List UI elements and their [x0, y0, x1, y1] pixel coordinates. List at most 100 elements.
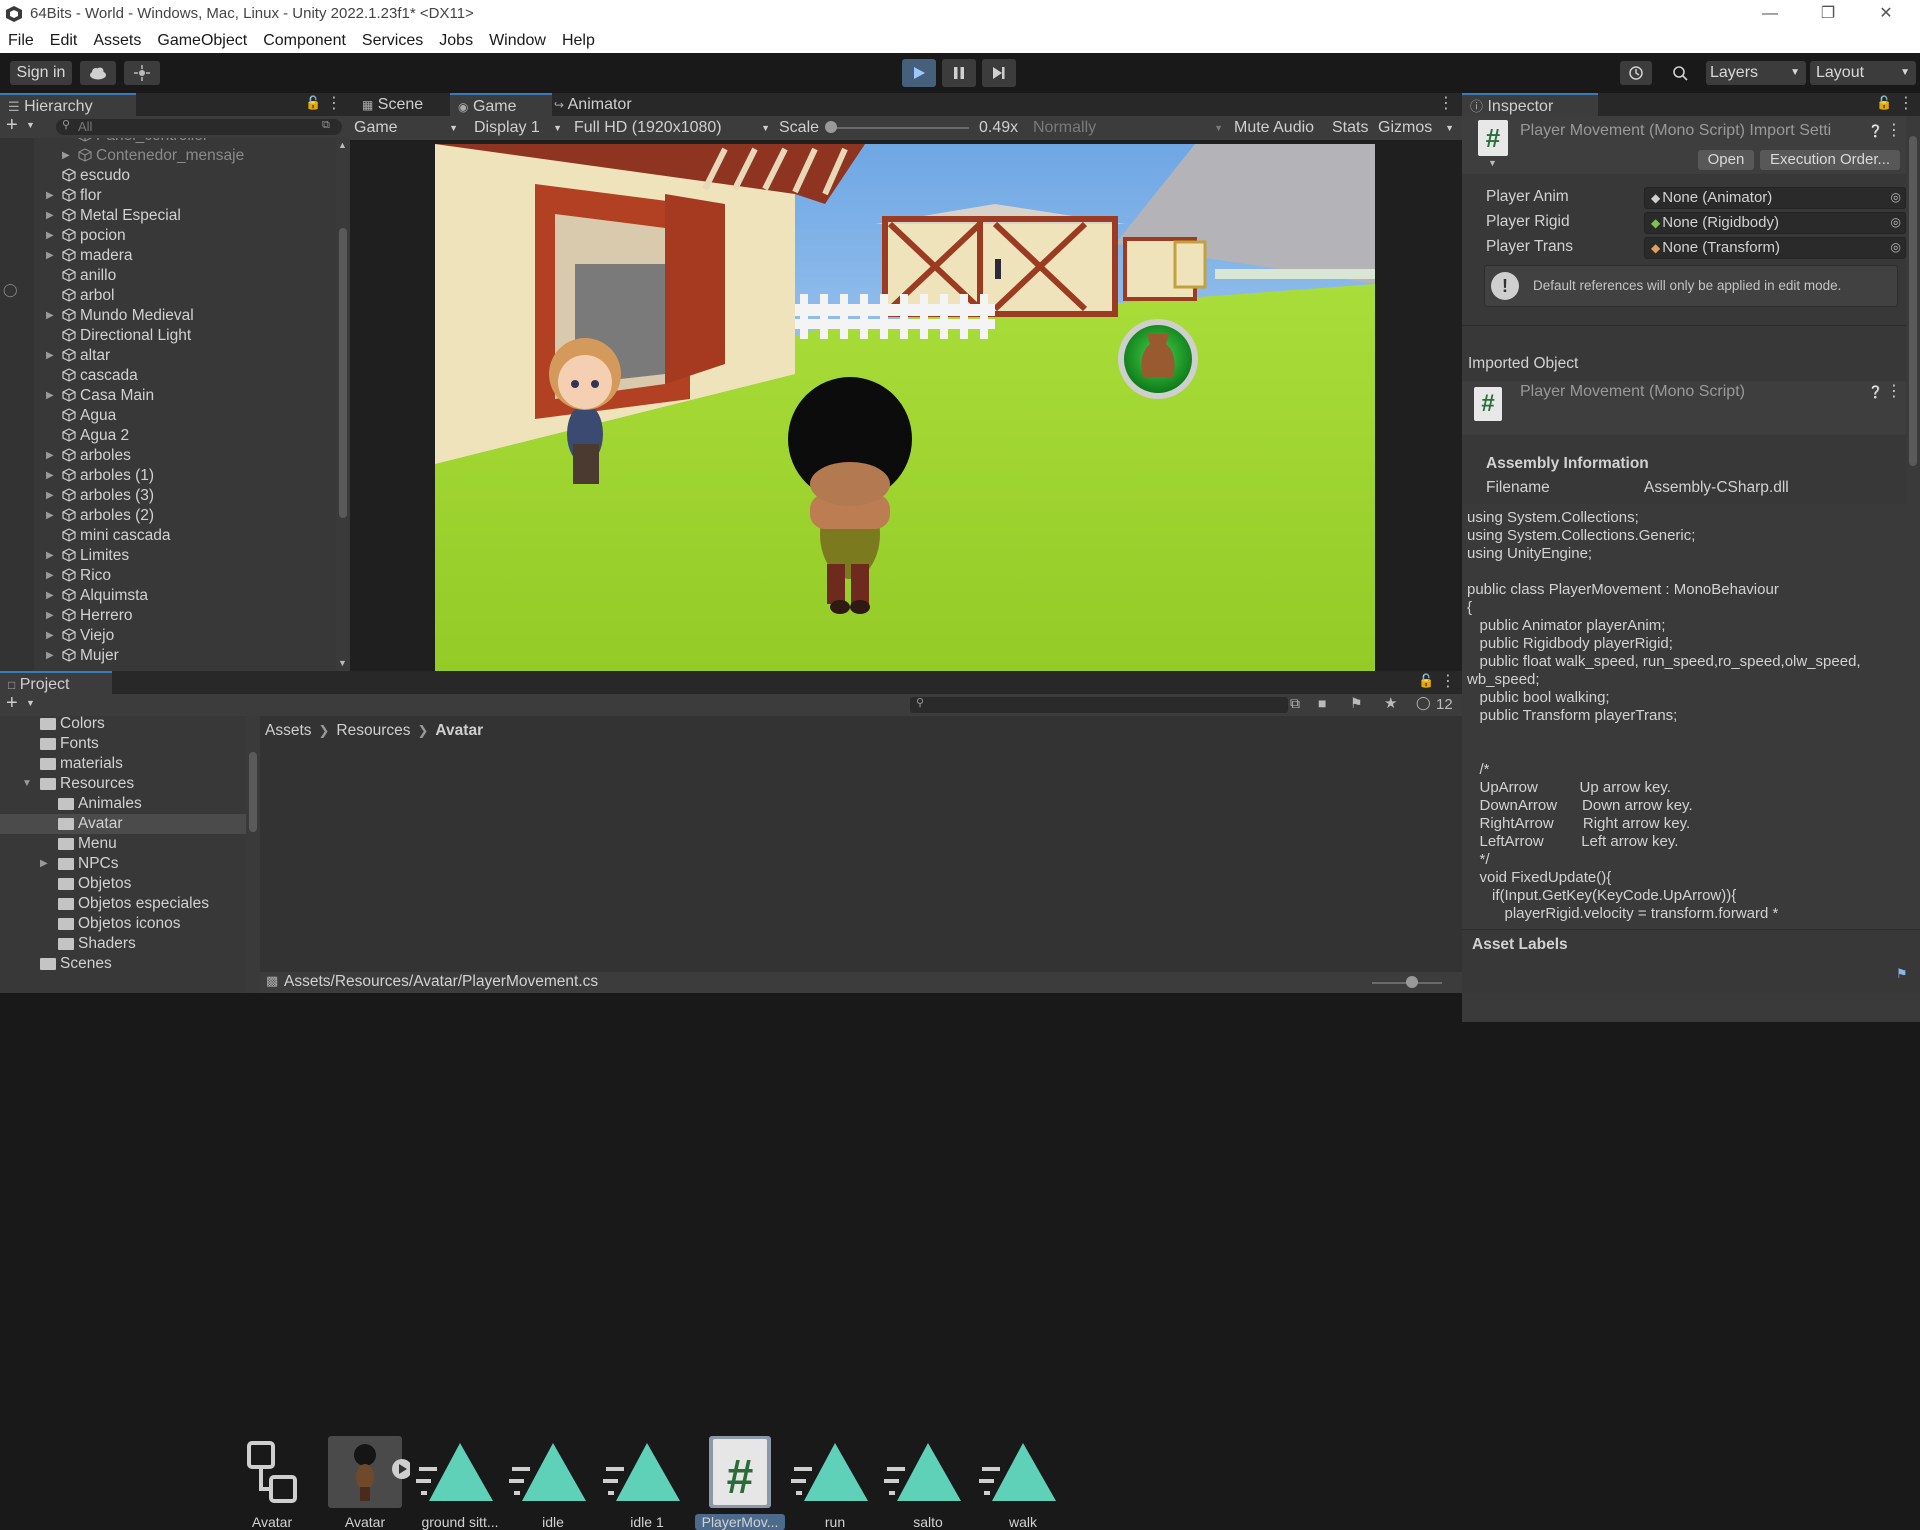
tab-scene[interactable]: ▦ Scene	[354, 93, 456, 116]
menu-edit[interactable]: Edit	[42, 29, 86, 50]
lock-icon[interactable]: 🔓	[305, 95, 321, 111]
tab-hierarchy[interactable]: ☰ Hierarchy	[0, 93, 136, 118]
filter-icon[interactable]: ⧉	[322, 119, 330, 132]
layout-dropdown[interactable]: Layout ▼	[1810, 61, 1916, 85]
menu-help[interactable]: Help	[554, 29, 603, 50]
restore-icon[interactable]: ❐	[1808, 2, 1848, 26]
scale-slider-track[interactable]	[831, 127, 969, 129]
help-icon[interactable]: ❔	[1868, 385, 1883, 399]
project-search-input[interactable]: ⚲	[910, 697, 1288, 713]
hierarchy-item[interactable]: ▶ Limites	[46, 546, 129, 566]
more-menu-icon[interactable]: ⋮	[1440, 671, 1456, 691]
add-icon[interactable]: +	[6, 692, 18, 715]
tab-inspector[interactable]: ⓘ Inspector	[1462, 93, 1598, 118]
hierarchy-item[interactable]: ▶ Mujer	[46, 646, 119, 666]
expand-arrow-icon[interactable]: ▶	[46, 486, 58, 506]
expand-arrow-icon[interactable]: ▶	[46, 566, 58, 586]
hierarchy-item[interactable]: Directional Light	[62, 326, 191, 346]
project-folder-item[interactable]: Objetos iconos	[0, 914, 246, 934]
hierarchy-item[interactable]: Agua	[62, 406, 116, 426]
pause-button[interactable]	[942, 59, 976, 87]
hierarchy-item[interactable]: ▶ madera	[46, 246, 133, 266]
project-folder-item[interactable]: Shaders	[0, 934, 246, 954]
hierarchy-item[interactable]: ▶ Rico	[46, 566, 111, 586]
hierarchy-item[interactable]: ▶ arboles (3)	[46, 486, 154, 506]
breadcrumb-resources[interactable]: Resources	[336, 722, 410, 740]
expand-arrow-icon[interactable]: ▶	[40, 854, 48, 874]
object-picker-icon[interactable]: ◎	[1891, 213, 1901, 232]
object-picker-icon[interactable]: ◎	[1891, 188, 1901, 207]
hidden-eye-icon[interactable]: ◯	[3, 282, 18, 298]
object-reference-field[interactable]: ◆ None (Animator) ◎	[1644, 187, 1906, 209]
project-folder-item[interactable]: Colors	[0, 716, 246, 734]
collab-button[interactable]	[124, 61, 160, 85]
hierarchy-item[interactable]: ▶ altar	[46, 346, 110, 366]
menu-component[interactable]: Component	[255, 29, 354, 50]
object-picker-icon[interactable]: ◎	[1891, 238, 1901, 257]
inspector-scrollbar[interactable]	[1906, 116, 1920, 1022]
project-folder-item[interactable]: Avatar	[0, 814, 246, 834]
hierarchy-item[interactable]: ▶ Herrero	[46, 606, 133, 626]
mute-audio-toggle[interactable]: Mute Audio	[1234, 117, 1322, 139]
tag-icon[interactable]: ⚑	[1896, 966, 1908, 982]
lock-icon[interactable]: 🔓	[1876, 95, 1892, 111]
hierarchy-item[interactable]: ▶ Mundo Medieval	[46, 306, 194, 326]
chevron-down-icon[interactable]: ▼	[26, 698, 35, 708]
more-menu-icon[interactable]: ⋮	[326, 93, 342, 113]
menu-services[interactable]: Services	[354, 29, 431, 50]
play-button[interactable]	[902, 59, 936, 87]
hierarchy-search-input[interactable]: ⚲ All ⧉	[56, 119, 342, 135]
step-button[interactable]	[982, 59, 1016, 87]
expand-arrow-icon[interactable]: ▶	[46, 206, 58, 226]
expand-arrow-icon[interactable]: ▶	[46, 626, 58, 646]
project-folder-item[interactable]: Objetos especiales	[0, 894, 246, 914]
expand-arrow-icon[interactable]: ▶	[46, 446, 58, 466]
chevron-down-icon[interactable]: ▼	[26, 120, 35, 130]
project-folder-item[interactable]: materials	[0, 754, 246, 774]
object-reference-field[interactable]: ◆ None (Rigidbody) ◎	[1644, 212, 1906, 234]
tab-game[interactable]: ◉ Game	[450, 93, 552, 118]
hierarchy-item[interactable]: ▶ arboles	[46, 446, 131, 466]
expand-arrow-icon[interactable]: ▶	[46, 546, 58, 566]
project-folder-item[interactable]: Scenes	[0, 954, 246, 974]
favorite-star-icon[interactable]: ★	[1384, 694, 1397, 712]
project-folder-item[interactable]: Objetos	[0, 874, 246, 894]
tab-animator[interactable]: ↪ Animator	[546, 93, 666, 116]
expand-arrow-icon[interactable]: ▶	[46, 226, 58, 246]
menu-assets[interactable]: Assets	[85, 29, 149, 50]
expand-arrow-icon[interactable]: ▶	[46, 186, 58, 206]
hierarchy-item[interactable]: ▶ flor	[46, 186, 102, 206]
cloud-button[interactable]	[80, 61, 116, 85]
expand-arrow-icon[interactable]: ▶	[62, 146, 74, 166]
sign-in-button[interactable]: Sign in	[10, 61, 72, 85]
scroll-down-icon[interactable]: ▼	[338, 658, 347, 668]
vsync-dropdown[interactable]: Normally ▼	[1033, 117, 1227, 139]
filter-type-icon[interactable]: ■	[1318, 695, 1326, 711]
expand-arrow-icon[interactable]: ▶	[46, 246, 58, 266]
hierarchy-item[interactable]: anillo	[62, 266, 116, 286]
more-menu-icon[interactable]: ⋮	[1438, 93, 1454, 113]
hierarchy-item[interactable]: Panel_controller	[78, 138, 208, 146]
breadcrumb-avatar[interactable]: Avatar	[435, 722, 483, 740]
chevron-down-icon[interactable]: ▼	[1488, 158, 1497, 168]
help-icon[interactable]: ❔	[1868, 124, 1883, 138]
lock-icon[interactable]: 🔓	[1418, 673, 1434, 689]
resolution-dropdown[interactable]: Full HD (1920x1080) ▼	[574, 117, 774, 139]
collapse-arrow-icon[interactable]: ▼	[22, 774, 32, 794]
expand-arrow-icon[interactable]: ▶	[46, 586, 58, 606]
hidden-packages-icon[interactable]: ◯	[1416, 695, 1431, 711]
scale-slider-thumb[interactable]	[825, 121, 837, 133]
menu-gameobject[interactable]: GameObject	[149, 29, 255, 50]
expand-arrow-icon[interactable]: ▶	[46, 646, 58, 666]
hierarchy-item[interactable]: ▶ arboles (2)	[46, 506, 154, 526]
menu-window[interactable]: Window	[481, 29, 554, 50]
project-folder-item[interactable]: Menu	[0, 834, 246, 854]
menu-file[interactable]: File	[0, 29, 42, 50]
project-folder-item[interactable]: ▶ NPCs	[0, 854, 246, 874]
expand-arrow-icon[interactable]: ▶	[46, 386, 58, 406]
hierarchy-scrollbar[interactable]: ▲ ▼	[336, 138, 350, 671]
project-tree-scrollbar[interactable]	[246, 716, 260, 993]
inventory-bag-button[interactable]	[1118, 319, 1198, 399]
icon-size-slider-thumb[interactable]	[1406, 976, 1418, 988]
display-dropdown[interactable]: Display 1 ▼	[474, 117, 566, 139]
